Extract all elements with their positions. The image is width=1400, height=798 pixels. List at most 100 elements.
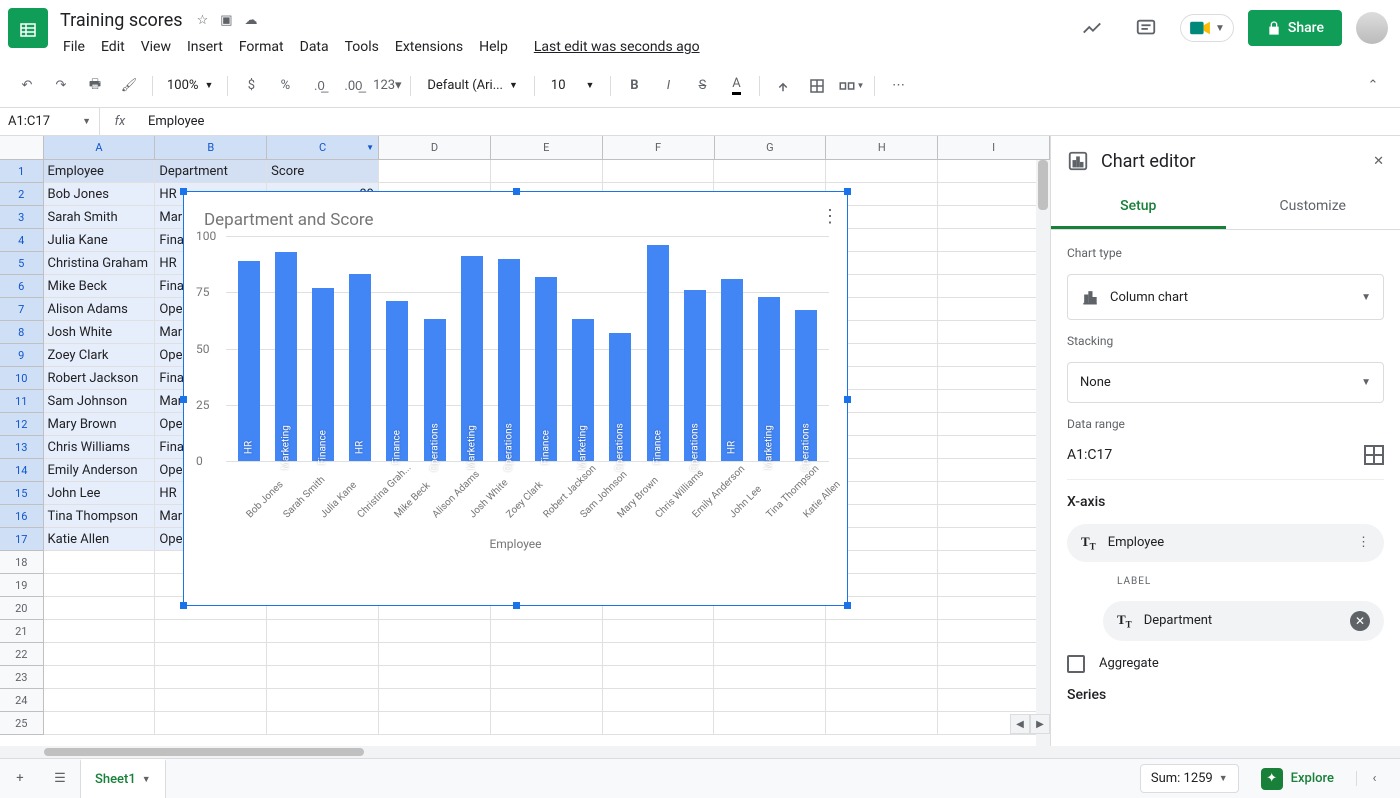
chart-bar[interactable]: Operations: [498, 259, 520, 462]
fill-color-button[interactable]: [768, 71, 798, 101]
cell[interactable]: [938, 574, 1050, 597]
cell[interactable]: [603, 689, 715, 712]
chart-bar[interactable]: Finance: [535, 277, 557, 462]
cell[interactable]: [44, 574, 156, 597]
cell[interactable]: [155, 712, 267, 735]
tab-customize[interactable]: Customize: [1226, 186, 1400, 229]
cell[interactable]: Employee: [44, 160, 156, 183]
menu-format[interactable]: Format: [232, 35, 291, 59]
chart-bar[interactable]: Finance: [647, 245, 669, 461]
cell[interactable]: [714, 712, 826, 735]
row-header[interactable]: 12: [0, 413, 44, 436]
cell[interactable]: Julia Kane: [44, 229, 156, 252]
cell[interactable]: Mike Beck: [44, 275, 156, 298]
cell[interactable]: [714, 643, 826, 666]
cell[interactable]: [938, 436, 1050, 459]
menu-view[interactable]: View: [134, 35, 178, 59]
row-header[interactable]: 7: [0, 298, 44, 321]
column-header[interactable]: F: [603, 136, 715, 159]
row-header[interactable]: 16: [0, 505, 44, 528]
scroll-right-button[interactable]: ▶: [1030, 714, 1050, 734]
row-header[interactable]: 3: [0, 206, 44, 229]
cell[interactable]: [938, 160, 1050, 183]
quicksum-box[interactable]: Sum: 1259▼: [1140, 764, 1239, 793]
cell[interactable]: [44, 643, 156, 666]
row-header[interactable]: 17: [0, 528, 44, 551]
chart-bar[interactable]: Marketing: [758, 297, 780, 461]
xaxis-more-icon[interactable]: ⋮: [1357, 535, 1370, 550]
cell[interactable]: [379, 689, 491, 712]
column-header[interactable]: H: [826, 136, 938, 159]
cell[interactable]: [44, 597, 156, 620]
cell[interactable]: [826, 160, 938, 183]
cell[interactable]: [267, 643, 379, 666]
cell[interactable]: [267, 712, 379, 735]
select-all-corner[interactable]: [0, 136, 44, 159]
chart-bar[interactable]: HR: [721, 279, 743, 461]
more-formats-button[interactable]: 123▾: [372, 71, 402, 101]
cell[interactable]: [155, 689, 267, 712]
row-header[interactable]: 25: [0, 712, 44, 735]
row-header[interactable]: 20: [0, 597, 44, 620]
cell[interactable]: [938, 643, 1050, 666]
cell[interactable]: [938, 413, 1050, 436]
redo-button[interactable]: ↷: [46, 71, 76, 101]
row-header[interactable]: 15: [0, 482, 44, 505]
cell[interactable]: [491, 666, 603, 689]
column-header[interactable]: E: [491, 136, 603, 159]
menu-file[interactable]: File: [56, 35, 92, 59]
cell[interactable]: [938, 367, 1050, 390]
cell[interactable]: [267, 666, 379, 689]
percent-button[interactable]: %: [270, 71, 300, 101]
select-range-icon[interactable]: [1364, 445, 1384, 465]
menu-extensions[interactable]: Extensions: [388, 35, 470, 59]
row-header[interactable]: 19: [0, 574, 44, 597]
chart-bar[interactable]: Operations: [424, 319, 446, 461]
cell[interactable]: [938, 666, 1050, 689]
cell[interactable]: John Lee: [44, 482, 156, 505]
column-header[interactable]: D: [379, 136, 491, 159]
close-icon[interactable]: ✕: [1373, 154, 1384, 169]
row-header[interactable]: 22: [0, 643, 44, 666]
chart-bar[interactable]: Finance: [386, 301, 408, 461]
cell[interactable]: [491, 689, 603, 712]
cell[interactable]: [826, 712, 938, 735]
cell[interactable]: [603, 160, 715, 183]
row-header[interactable]: 2: [0, 183, 44, 206]
font-size-select[interactable]: 10▼: [543, 78, 603, 93]
menu-edit[interactable]: Edit: [94, 35, 132, 59]
cell[interactable]: [938, 505, 1050, 528]
increase-decimal-button[interactable]: .00̲: [338, 71, 368, 101]
cell[interactable]: Department: [155, 160, 267, 183]
cell[interactable]: [938, 344, 1050, 367]
chart-bar[interactable]: HR: [349, 274, 371, 461]
chart-bar[interactable]: Operations: [609, 333, 631, 461]
cell[interactable]: [491, 620, 603, 643]
chart-type-select[interactable]: Column chart ▼: [1067, 274, 1384, 320]
row-header[interactable]: 13: [0, 436, 44, 459]
horizontal-scrollbar[interactable]: [0, 746, 1400, 758]
chart-bar[interactable]: HR: [238, 261, 260, 461]
cloud-icon[interactable]: ☁: [245, 13, 258, 28]
aggregate-checkbox[interactable]: [1067, 655, 1085, 673]
row-header[interactable]: 18: [0, 551, 44, 574]
cell[interactable]: Bob Jones: [44, 183, 156, 206]
tab-setup[interactable]: Setup: [1051, 186, 1226, 229]
cell[interactable]: [938, 390, 1050, 413]
formula-input[interactable]: Employee: [140, 108, 1400, 135]
cell[interactable]: [938, 275, 1050, 298]
xaxis-field[interactable]: TT Employee ⋮: [1067, 524, 1384, 562]
share-button[interactable]: Share: [1248, 10, 1342, 46]
cell[interactable]: Zoey Clark: [44, 344, 156, 367]
cell[interactable]: [938, 459, 1050, 482]
account-avatar[interactable]: [1356, 12, 1388, 44]
last-edit-link[interactable]: Last edit was seconds ago: [527, 35, 707, 59]
cell[interactable]: [826, 620, 938, 643]
collapse-sidebar-button[interactable]: ‹: [1356, 771, 1392, 786]
zoom-select[interactable]: 100%▼: [161, 78, 219, 93]
row-header[interactable]: 14: [0, 459, 44, 482]
column-header[interactable]: B: [155, 136, 267, 159]
row-header[interactable]: 21: [0, 620, 44, 643]
cell[interactable]: [379, 666, 491, 689]
cell[interactable]: Robert Jackson: [44, 367, 156, 390]
